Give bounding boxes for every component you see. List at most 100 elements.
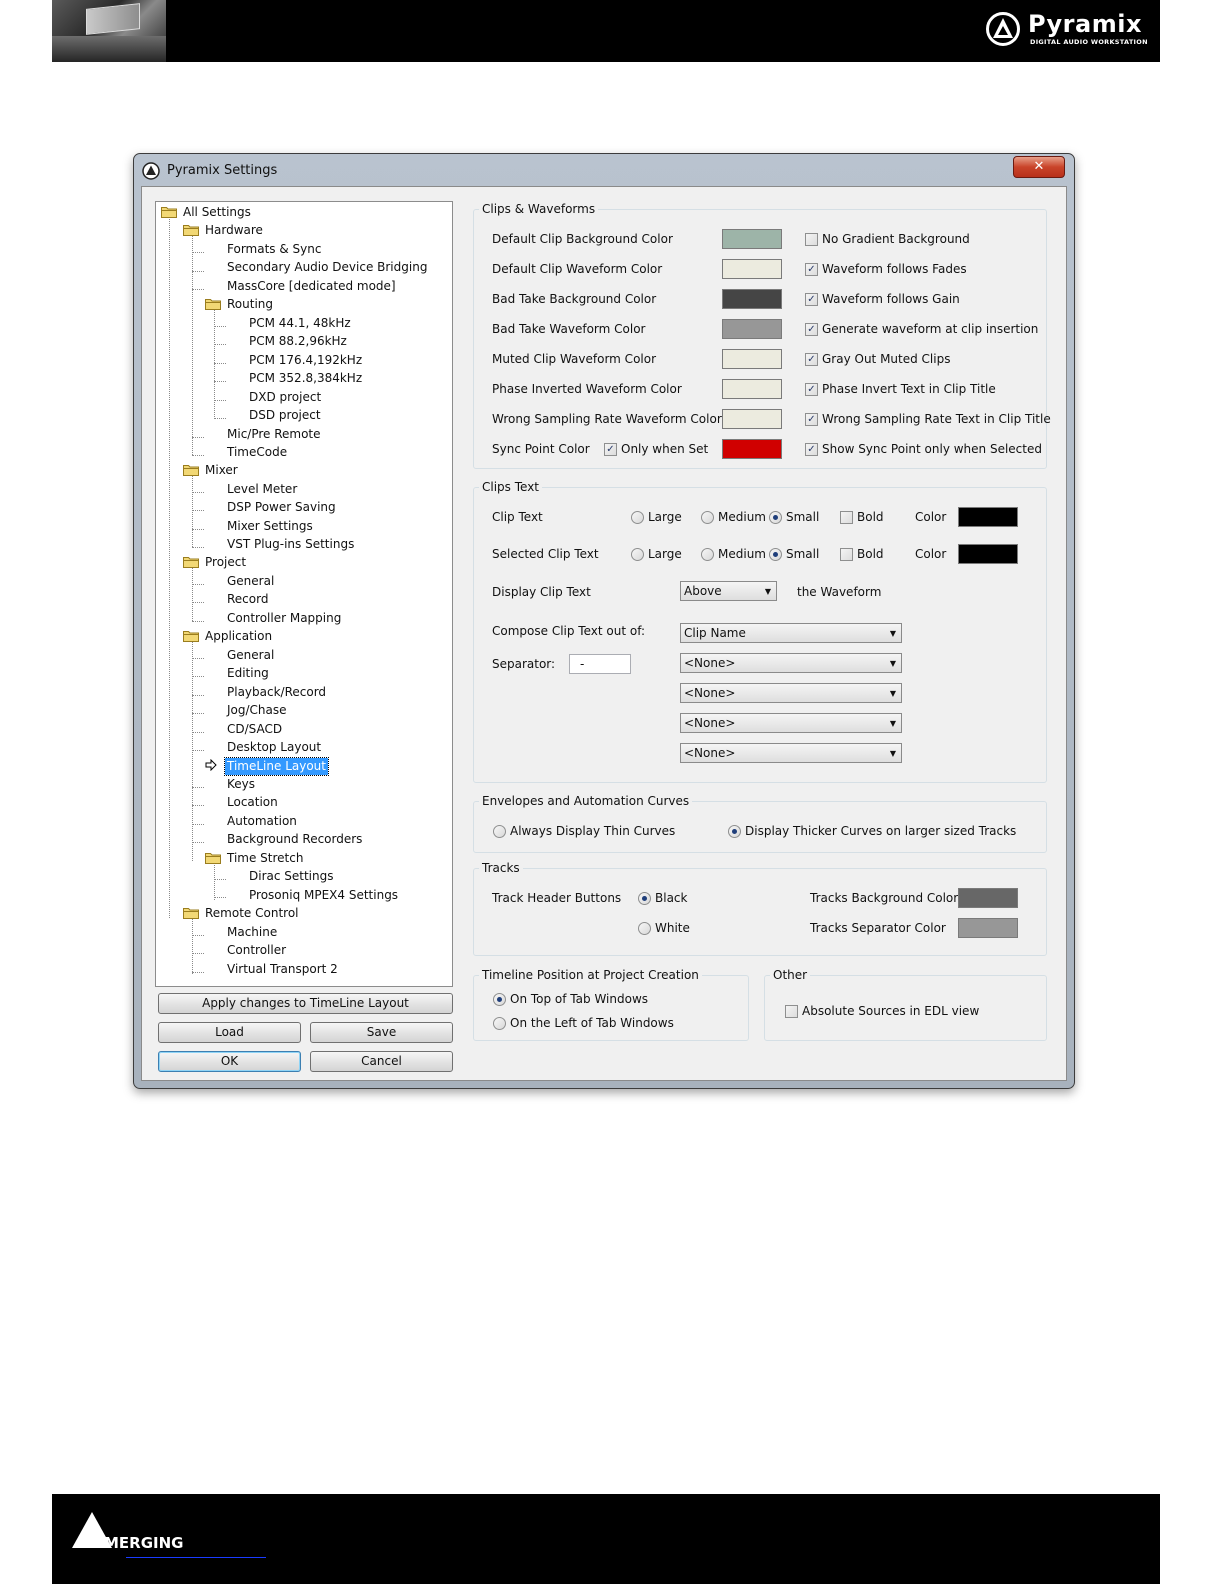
selected-text-large-radio[interactable] [631, 548, 644, 561]
display-clip-text-label: Display Clip Text [492, 585, 591, 599]
tree-item[interactable]: VST Plug-ins Settings [227, 536, 354, 553]
tree-item[interactable]: Level Meter [227, 481, 297, 498]
compose-dropdown-2[interactable]: <None> ▼ [680, 653, 902, 673]
small-label: Small [786, 547, 820, 561]
tracks-bg-color-swatch[interactable] [958, 888, 1018, 908]
tree-item-all-settings[interactable]: All Settings [183, 204, 251, 221]
separator-input[interactable]: - [569, 654, 631, 674]
tree-item[interactable]: Virtual Transport 2 [227, 961, 338, 978]
no-gradient-label: No Gradient Background [822, 232, 970, 246]
phase-invert-text-checkbox[interactable]: ✓ [805, 383, 818, 396]
compose-dropdown-5[interactable]: <None> ▼ [680, 743, 902, 763]
tree-item[interactable]: Dirac Settings [249, 868, 334, 885]
on-top-radio[interactable] [493, 993, 506, 1006]
tree-item-selected[interactable]: TimeLine Layout [224, 757, 329, 776]
tree-item-remote-control[interactable]: Remote Control [205, 905, 299, 922]
tree-item[interactable]: DSP Power Saving [227, 499, 336, 516]
selected-text-bold-checkbox[interactable] [840, 548, 853, 561]
selected-text-small-radio[interactable] [769, 548, 782, 561]
tracks-sep-color-swatch[interactable] [958, 918, 1018, 938]
tree-item[interactable]: Controller [227, 942, 286, 959]
compose-dropdown-4[interactable]: <None> ▼ [680, 713, 902, 733]
tree-item[interactable]: Mixer Settings [227, 518, 313, 535]
clip-text-medium-radio[interactable] [701, 511, 714, 524]
tree-item[interactable]: DXD project [249, 389, 321, 406]
absolute-sources-checkbox[interactable] [785, 1005, 798, 1018]
tree-item[interactable]: PCM 88.2,96kHz [249, 333, 347, 350]
tree-item[interactable]: Desktop Layout [227, 739, 321, 756]
thin-curves-radio[interactable] [493, 825, 506, 838]
clip-text-small-radio[interactable] [769, 511, 782, 524]
tree-item[interactable]: PCM 176.4,192kHz [249, 352, 362, 369]
clip-text-bold-checkbox[interactable] [840, 511, 853, 524]
tree-item[interactable]: Keys [227, 776, 255, 793]
tree-item[interactable]: Record [227, 591, 268, 608]
save-button[interactable]: Save [310, 1022, 453, 1043]
tracks-bg-color-label: Tracks Background Color [810, 891, 959, 905]
tree-item[interactable]: Machine [227, 924, 277, 941]
phase-invert-text-label: Phase Invert Text in Clip Title [822, 382, 996, 396]
selected-text-medium-radio[interactable] [701, 548, 714, 561]
tree-item[interactable]: Formats & Sync [227, 241, 321, 258]
show-sync-point-checkbox[interactable]: ✓ [805, 443, 818, 456]
cancel-button[interactable]: Cancel [310, 1051, 453, 1072]
black-radio[interactable] [638, 892, 651, 905]
tree-item[interactable]: Background Recorders [227, 831, 362, 848]
tree-item-application[interactable]: Application [205, 628, 272, 645]
load-button[interactable]: Load [158, 1022, 301, 1043]
tree-item[interactable]: Playback/Record [227, 684, 326, 701]
bad-take-bg-color-swatch[interactable] [722, 289, 782, 309]
tree-item[interactable]: Prosoniq MPEX4 Settings [249, 887, 398, 904]
color-label: Color [915, 547, 947, 561]
bad-take-waveform-color-swatch[interactable] [722, 319, 782, 339]
tree-item[interactable]: DSD project [249, 407, 321, 424]
muted-clip-waveform-color-swatch[interactable] [722, 349, 782, 369]
no-gradient-checkbox[interactable] [805, 233, 818, 246]
on-left-radio[interactable] [493, 1017, 506, 1030]
clip-waveform-color-swatch[interactable] [722, 259, 782, 279]
ok-button[interactable]: OK [158, 1051, 301, 1072]
tree-item[interactable]: MassCore [dedicated mode] [227, 278, 396, 295]
tree-item[interactable]: General [227, 647, 274, 664]
tree-item[interactable]: General [227, 573, 274, 590]
clip-text-large-radio[interactable] [631, 511, 644, 524]
close-button[interactable]: ✕ [1013, 156, 1065, 178]
tree-item[interactable]: CD/SACD [227, 721, 282, 738]
tree-item-mixer[interactable]: Mixer [205, 462, 238, 479]
bad-take-waveform-color-label: Bad Take Waveform Color [492, 322, 646, 336]
phase-inverted-color-swatch[interactable] [722, 379, 782, 399]
tree-item-hardware[interactable]: Hardware [205, 222, 263, 239]
tree-item[interactable]: Secondary Audio Device Bridging [227, 259, 427, 276]
settings-tree[interactable]: All Settings Hardware Formats & Sync Sec… [155, 201, 453, 987]
clip-text-color-swatch[interactable] [958, 507, 1018, 527]
gray-out-muted-checkbox[interactable]: ✓ [805, 353, 818, 366]
waveform-follows-fades-checkbox[interactable]: ✓ [805, 263, 818, 276]
tree-item[interactable]: Controller Mapping [227, 610, 341, 627]
thicker-curves-radio[interactable] [728, 825, 741, 838]
tree-item[interactable]: Automation [227, 813, 297, 830]
tree-item[interactable]: PCM 352.8,384kHz [249, 370, 362, 387]
tracks-title: Tracks [479, 861, 523, 875]
compose-dropdown-1[interactable]: Clip Name ▼ [680, 623, 902, 643]
apply-changes-button[interactable]: Apply changes to TimeLine Layout [158, 993, 453, 1014]
waveform-follows-gain-checkbox[interactable]: ✓ [805, 293, 818, 306]
white-radio[interactable] [638, 922, 651, 935]
tree-item-time-stretch[interactable]: Time Stretch [227, 850, 303, 867]
tree-item-routing[interactable]: Routing [227, 296, 273, 313]
tree-item[interactable]: Location [227, 794, 278, 811]
tree-item[interactable]: Jog/Chase [227, 702, 287, 719]
selected-text-color-swatch[interactable] [958, 544, 1018, 564]
only-when-set-checkbox[interactable]: ✓ [604, 443, 617, 456]
tree-item[interactable]: PCM 44.1, 48kHz [249, 315, 351, 332]
generate-waveform-checkbox[interactable]: ✓ [805, 323, 818, 336]
wrong-sr-color-swatch[interactable] [722, 409, 782, 429]
tree-item[interactable]: Mic/Pre Remote [227, 426, 321, 443]
sync-point-color-swatch[interactable] [722, 439, 782, 459]
tree-item[interactable]: TimeCode [227, 444, 287, 461]
tree-item-project[interactable]: Project [205, 554, 246, 571]
clip-bg-color-swatch[interactable] [722, 229, 782, 249]
tree-item[interactable]: Editing [227, 665, 269, 682]
display-clip-text-dropdown[interactable]: Above ▼ [680, 581, 777, 601]
wrong-sr-text-checkbox[interactable]: ✓ [805, 413, 818, 426]
compose-dropdown-3[interactable]: <None> ▼ [680, 683, 902, 703]
